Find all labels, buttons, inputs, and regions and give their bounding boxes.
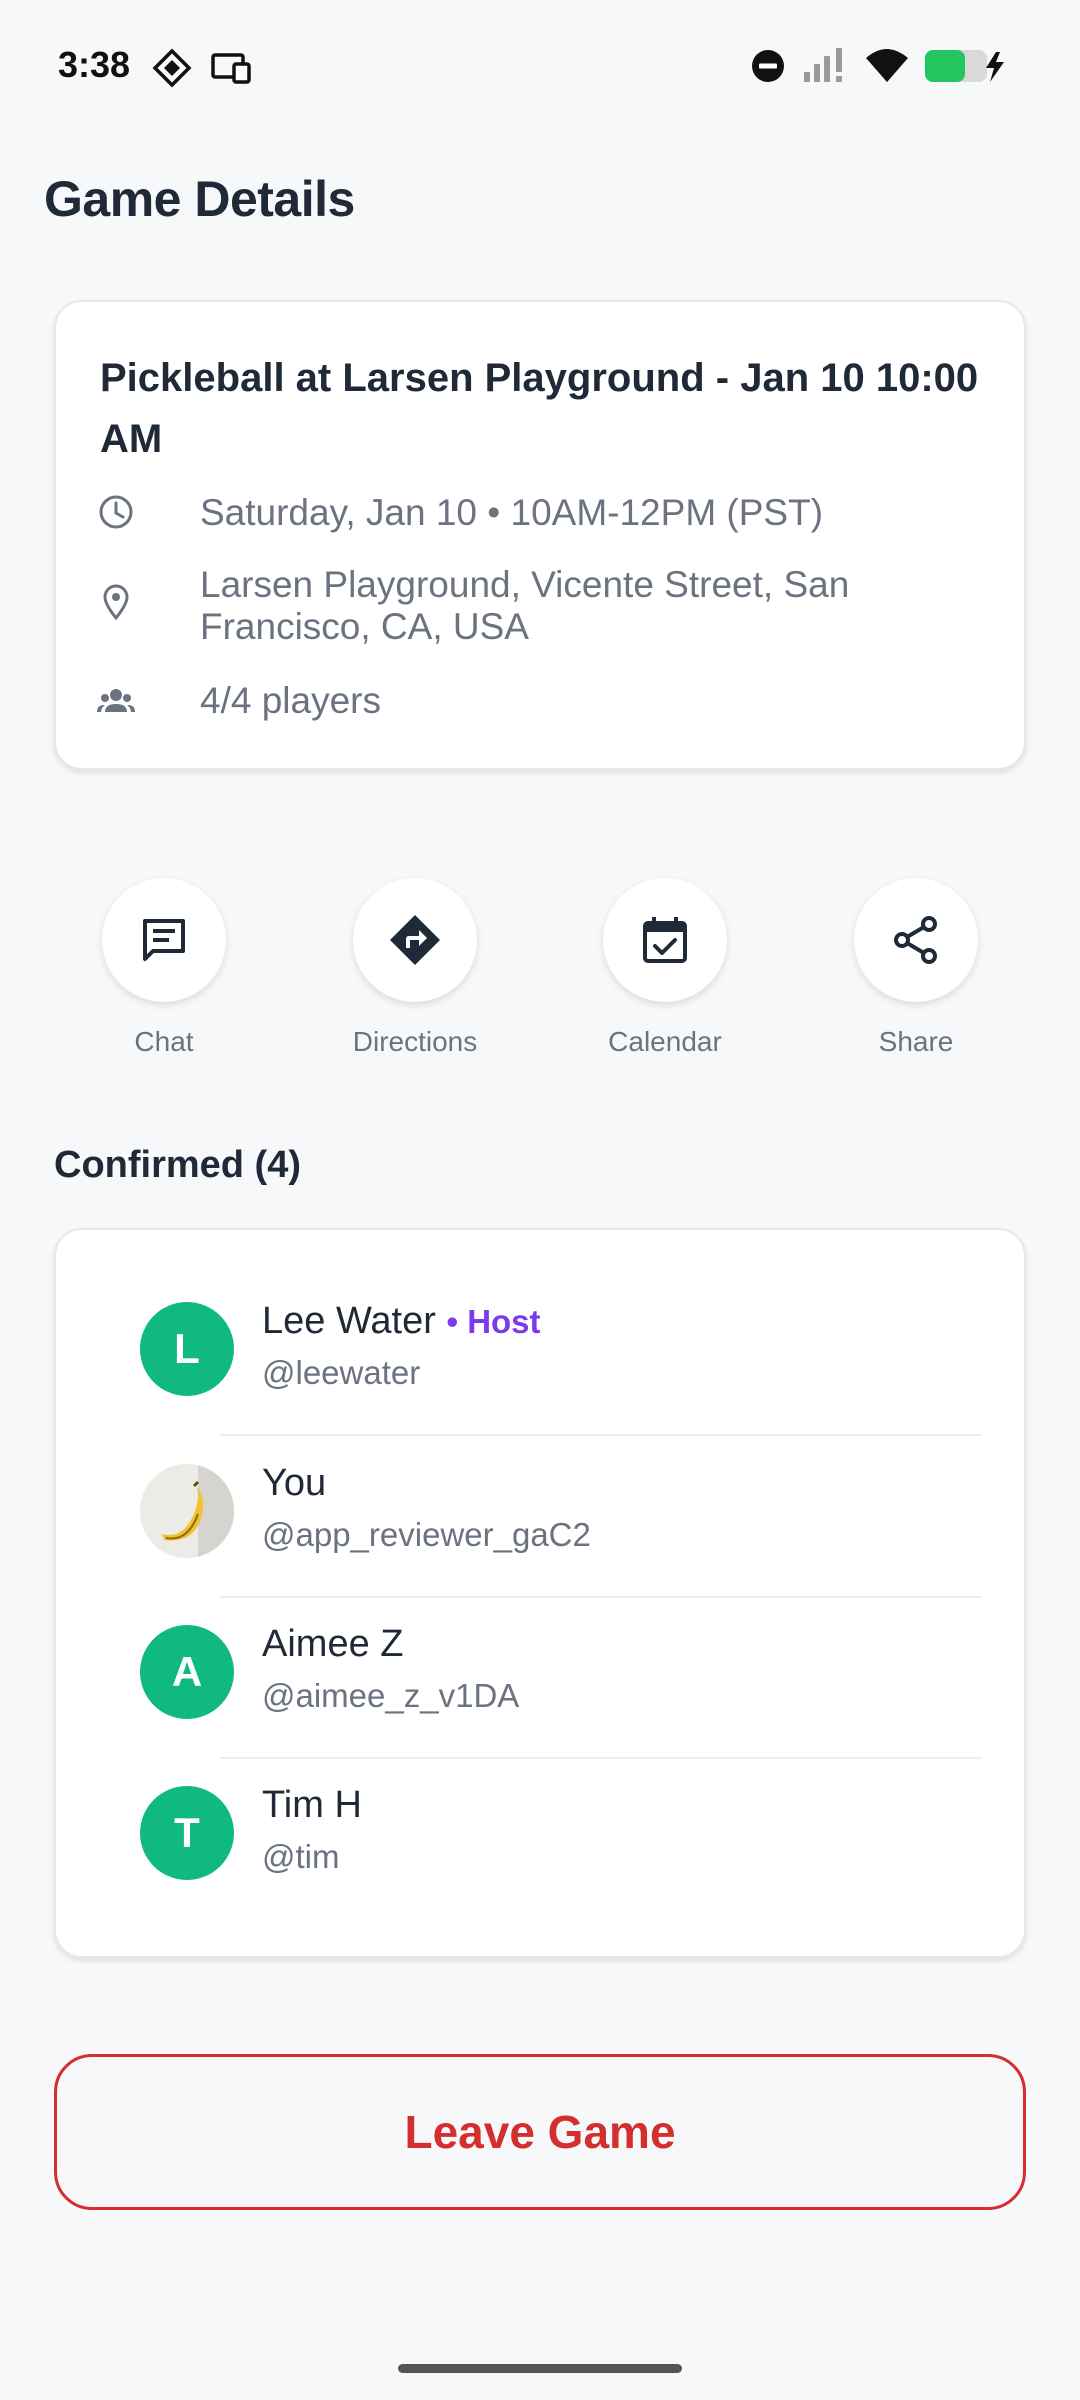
game-info-card: Pickleball at Larsen Playground - Jan 10… (54, 300, 1026, 770)
directions-icon (390, 915, 440, 965)
player-handle: @aimee_z_v1DA (262, 1677, 520, 1714)
game-location-row: Larsen Playground, Vicente Street, San F… (96, 564, 996, 654)
do-not-disturb-icon (752, 50, 784, 82)
directions-label: Directions (352, 1026, 478, 1057)
player-name: You (262, 1462, 327, 1504)
player-row-you[interactable]: You @app_reviewer_gaC2 (56, 1392, 1028, 1558)
page-title: Game Details (44, 171, 355, 227)
player-name: Aimee Z (262, 1623, 404, 1665)
signal-icon (804, 48, 842, 82)
chat-button-circle[interactable] (102, 878, 226, 1002)
chat-label: Chat (134, 1026, 194, 1057)
game-players-row: 4/4 players (96, 680, 996, 730)
avatar: A (140, 1625, 234, 1719)
player-handle: @leewater (262, 1354, 421, 1391)
wifi-icon (866, 49, 908, 82)
battery-charging-icon (925, 50, 1004, 82)
banana-photo-icon (140, 1464, 234, 1558)
player-name: Tim H (262, 1784, 362, 1826)
player-row-lee-water[interactable]: L Lee Water • Host @leewater (56, 1230, 1028, 1396)
avatar-photo (140, 1464, 234, 1558)
game-location: Larsen Playground, Vicente Street, San F… (200, 564, 850, 647)
host-badge: • Host (446, 1303, 541, 1340)
share-button-circle[interactable] (854, 878, 978, 1002)
share-icon (894, 916, 937, 964)
calendar-icon (643, 917, 687, 963)
game-player-count: 4/4 players (200, 680, 381, 721)
chat-button[interactable]: Chat (64, 878, 264, 1058)
game-datetime: Saturday, Jan 10 • 10AM-12PM (PST) (200, 492, 824, 533)
home-indicator[interactable] (398, 2364, 682, 2373)
chat-icon (143, 919, 185, 961)
game-title: Pickleball at Larsen Playground - Jan 10… (100, 356, 979, 461)
player-handle: @tim (262, 1838, 340, 1875)
player-row-aimee-z[interactable]: A Aimee Z @aimee_z_v1DA (56, 1553, 1028, 1719)
app-notification-icon (152, 48, 192, 88)
clock-icon (99, 495, 133, 529)
directions-button[interactable]: Directions (315, 878, 515, 1058)
calendar-button-circle[interactable] (603, 878, 727, 1002)
status-time: 3:38 (58, 44, 131, 85)
game-datetime-row: Saturday, Jan 10 • 10AM-12PM (PST) (96, 492, 996, 542)
avatar: T (140, 1786, 234, 1880)
location-pin-icon (103, 584, 129, 621)
player-name-text: Lee Water (262, 1300, 436, 1342)
group-icon (97, 689, 135, 712)
status-bar: 3:38 (0, 0, 1080, 132)
leave-game-button[interactable]: Leave Game (54, 2054, 1026, 2210)
devices-icon (211, 53, 251, 84)
avatar: L (140, 1302, 234, 1396)
directions-button-circle[interactable] (353, 878, 477, 1002)
calendar-button[interactable]: Calendar (565, 878, 765, 1058)
confirmed-heading: Confirmed (4) (54, 1144, 301, 1186)
calendar-label: Calendar (608, 1026, 722, 1057)
confirmed-players-card: L Lee Water • Host @leewater You @app_re… (54, 1228, 1026, 1958)
player-handle: @app_reviewer_gaC2 (262, 1516, 591, 1553)
player-row-tim-h[interactable]: T Tim H @tim (56, 1714, 1028, 1880)
game-details-screen: 3:38 Game Details Pickleball at Larsen P… (0, 0, 1080, 2400)
player-name: Lee Water • Host (262, 1300, 541, 1343)
share-button[interactable]: Share (816, 878, 1016, 1058)
share-label: Share (878, 1026, 954, 1057)
